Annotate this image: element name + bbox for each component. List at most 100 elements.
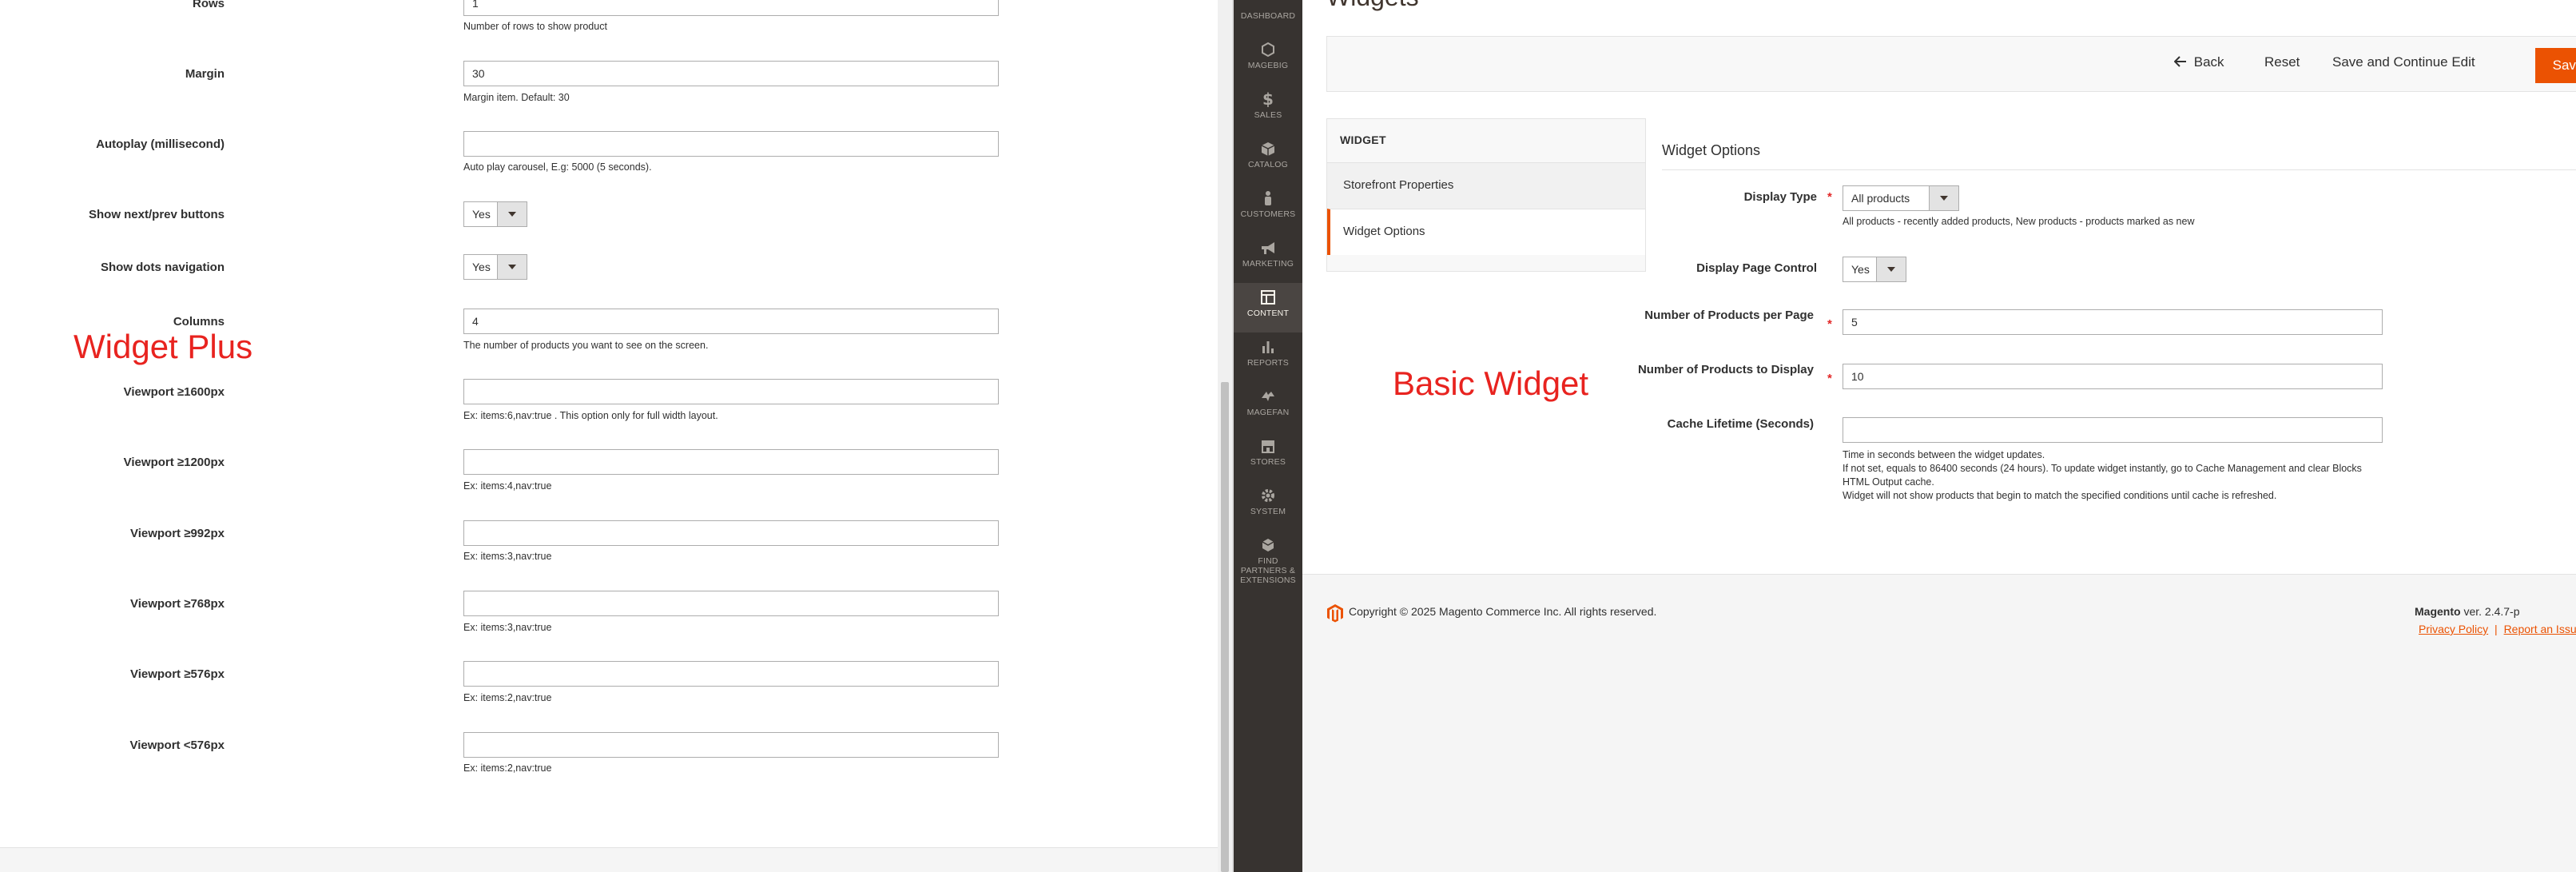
arrow-left-icon [2173, 56, 2186, 67]
cache-lifetime-input[interactable] [1843, 417, 2383, 443]
cache-lifetime-label: Cache Lifetime (Seconds) [1667, 417, 1814, 431]
menu-item-customers[interactable]: CUSTOMERS [1234, 184, 1302, 233]
privacy-policy-link[interactable]: Privacy Policy [2419, 623, 2488, 635]
viewport-1200-input[interactable] [463, 449, 999, 475]
viewport-768-note: Ex: items:3,nav:true [463, 622, 552, 633]
required-marker: * [1827, 372, 1832, 385]
chevron-down-icon [497, 202, 527, 226]
viewport-1200-label: Viewport ≥1200px [123, 456, 225, 469]
viewport-768-label: Viewport ≥768px [129, 597, 225, 611]
reset-button[interactable]: Reset [2264, 54, 2300, 70]
menu-item-label: DASHBOARD [1240, 11, 1296, 21]
required-marker: * [1827, 190, 1832, 204]
menu-item-label: REPORTS [1247, 358, 1289, 368]
per-page-input[interactable]: 5 [1843, 309, 2383, 335]
menu-item-magebig[interactable]: MAGEBIG [1234, 35, 1302, 85]
page-control-label: Display Page Control [1696, 261, 1817, 275]
display-type-note: All products - recently added products, … [1843, 216, 2195, 227]
tab-storefront-properties[interactable]: Storefront Properties [1327, 162, 1645, 209]
autoplay-note: Auto play carousel, E.g: 5000 (5 seconds… [463, 161, 652, 173]
margin-note: Margin item. Default: 30 [463, 92, 570, 103]
nav-buttons-value: Yes [472, 208, 491, 221]
back-button[interactable]: Back [2173, 54, 2224, 70]
fieldset-divider [1662, 169, 2576, 170]
menu-item-content[interactable]: CONTENT [1234, 283, 1302, 332]
report-issue-link[interactable]: Report an Issu [2504, 623, 2576, 635]
menu-item-system[interactable]: SYSTEM [1234, 481, 1302, 531]
menu-item-marketing[interactable]: MARKETING [1234, 233, 1302, 283]
admin-footer: Copyright © 2025 Magento Commerce Inc. A… [1302, 574, 2576, 872]
footer-links: Privacy Policy | Report an Issu [2419, 623, 2576, 635]
display-type-select[interactable]: All products [1843, 185, 1959, 211]
viewport-1600-note: Ex: items:6,nav:true . This option only … [463, 410, 718, 421]
magento-logo-icon [1327, 604, 1343, 623]
chevron-down-icon [1929, 186, 1958, 210]
page-title: Widgets [1326, 0, 1419, 12]
viewport-lt576-label: Viewport <576px [129, 739, 225, 752]
viewport-lt576-note: Ex: items:2,nav:true [463, 763, 552, 774]
save-button[interactable]: Save [2535, 48, 2576, 83]
viewport-576-label: Viewport ≥576px [129, 667, 225, 681]
viewport-576-input[interactable] [463, 661, 999, 687]
viewport-768-input[interactable] [463, 591, 999, 616]
svg-text:$: $ [1262, 91, 1274, 107]
menu-item-catalog[interactable]: CATALOG [1234, 134, 1302, 184]
dots-nav-label: Show dots navigation [100, 261, 225, 274]
widget-plus-panel: Rows 1 Number of rows to show product Ma… [0, 0, 1218, 872]
menu-item-sales[interactable]: $ SALES [1234, 85, 1302, 134]
autoplay-input[interactable] [463, 131, 999, 157]
scrollbar-thumb[interactable] [1221, 382, 1229, 872]
menu-item-label: CATALOG [1247, 160, 1289, 169]
rows-input[interactable]: 1 [463, 0, 999, 16]
box-icon [1261, 142, 1275, 156]
viewport-992-note: Ex: items:3,nav:true [463, 551, 552, 562]
menu-item-label: SYSTEM [1250, 507, 1286, 516]
menu-item-label: SALES [1254, 110, 1282, 120]
required-marker: * [1827, 317, 1832, 331]
fieldset-title: Widget Options [1662, 142, 1761, 158]
menu-item-label: CUSTOMERS [1240, 209, 1296, 219]
menu-item-partners[interactable]: FIND PARTNERS & EXTENSIONS [1234, 531, 1302, 595]
widget-plus-caption: Widget Plus [74, 328, 253, 365]
cache-note-3: Widget will not show products that begin… [1843, 490, 2277, 501]
per-page-label: Number of Products per Page [1644, 309, 1814, 322]
display-type-value: All products [1851, 192, 1910, 205]
menu-item-reports[interactable]: REPORTS [1234, 332, 1302, 382]
viewport-992-label: Viewport ≥992px [129, 527, 225, 540]
viewport-1600-label: Viewport ≥1600px [123, 385, 225, 399]
menu-item-magefan[interactable]: MAGEFAN [1234, 382, 1302, 432]
to-display-label: Number of Products to Display [1637, 363, 1814, 376]
save-continue-button[interactable]: Save and Continue Edit [2332, 54, 2475, 70]
menu-item-stores[interactable]: STORES [1234, 432, 1302, 481]
viewport-1600-input[interactable] [463, 379, 999, 404]
columns-input[interactable]: 4 [463, 309, 999, 334]
tab-widget-options[interactable]: Widget Options [1327, 209, 1645, 255]
display-type-label: Display Type [1743, 190, 1817, 204]
menu-item-label: MARKETING [1242, 259, 1294, 269]
tabs-title: WIDGET [1340, 133, 1386, 146]
viewport-992-input[interactable] [463, 520, 999, 546]
columns-note: The number of products you want to see o… [463, 340, 709, 351]
extensions-icon [1262, 539, 1274, 551]
person-icon [1265, 191, 1271, 205]
link-separator: | [2495, 623, 2498, 635]
chevron-down-icon [497, 255, 527, 279]
tab-label: Storefront Properties [1343, 178, 1454, 192]
basic-widget-panel: Widgets Back Reset Save and Continue Edi… [1302, 0, 2576, 872]
admin-menu: DASHBOARD MAGEBIG $ SALES CATALOG CUSTOM… [1234, 0, 1302, 872]
menu-item-dashboard[interactable]: DASHBOARD [1234, 0, 1302, 35]
rows-label: Rows [192, 0, 225, 10]
megaphone-icon [1262, 242, 1274, 254]
chevron-down-icon [1876, 257, 1906, 281]
menu-item-label: MAGEFAN [1246, 408, 1290, 417]
bar-chart-icon [1262, 341, 1274, 353]
copyright-text: Copyright © 2025 Magento Commerce Inc. A… [1349, 605, 1657, 618]
nav-buttons-select[interactable]: Yes [463, 201, 527, 227]
page-actions-bar: Back Reset Save and Continue Edit Save [1326, 36, 2576, 92]
dots-nav-select[interactable]: Yes [463, 254, 527, 280]
page-control-select[interactable]: Yes [1843, 257, 1906, 282]
viewport-lt576-input[interactable] [463, 732, 999, 758]
to-display-input[interactable]: 10 [1843, 364, 2383, 389]
margin-input[interactable]: 30 [463, 61, 999, 86]
left-scrollbar[interactable] [1218, 0, 1232, 872]
